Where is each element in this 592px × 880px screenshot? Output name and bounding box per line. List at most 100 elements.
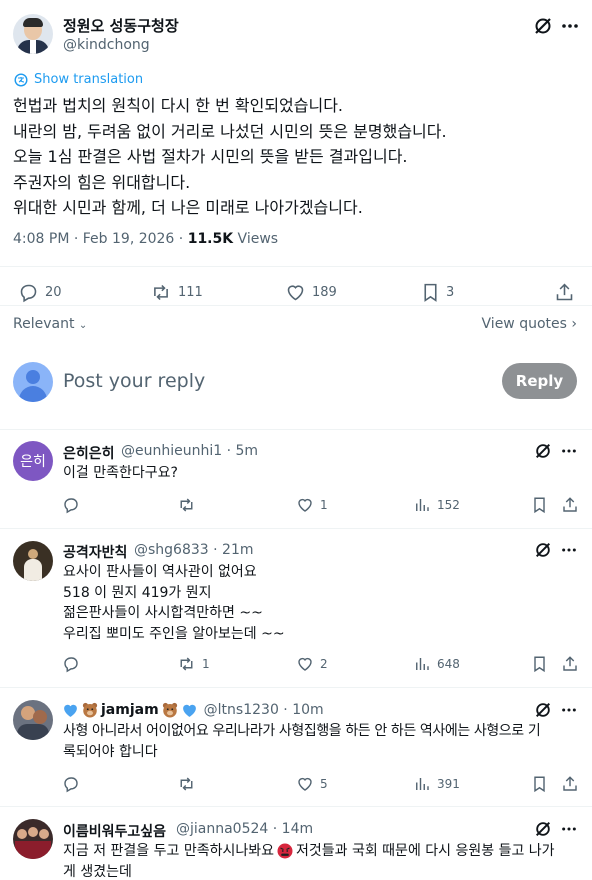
bear-icon — [161, 701, 179, 719]
reply-action[interactable] — [62, 775, 86, 793]
repost-icon — [177, 655, 196, 673]
repost-icon — [150, 282, 172, 303]
reply-icon — [62, 655, 80, 673]
bookmark-action[interactable]: 3 — [421, 282, 454, 303]
share-button[interactable] — [561, 496, 579, 514]
reply-avatar[interactable]: 은히 — [13, 441, 53, 481]
user-avatar[interactable] — [13, 362, 53, 402]
reply-text: 요사이 판사들이 역사관이 없어요 518 이 뭔지 419가 뭔지 젊은판사들… — [63, 562, 285, 644]
chevron-down-icon: ⌄ — [78, 320, 88, 331]
reply-author-handle: @ltns1230 · 10m — [203, 702, 324, 718]
views-label: Views — [233, 231, 279, 247]
like-action[interactable]: 1 — [296, 496, 328, 514]
post-line: 내란의 밤, 두려움 없이 거리로 나섰던 시민의 뜻은 분명했습니다. — [13, 121, 447, 141]
likes-count: 2 — [320, 657, 328, 671]
reply-author-name[interactable]: 은히은히 — [63, 443, 115, 463]
repost-action[interactable] — [177, 775, 202, 793]
blue-heart-icon — [62, 702, 79, 719]
reply-line: 지금 저 판결을 두고 만족하시나봐요 — [63, 843, 274, 859]
reply-author-handle[interactable]: @jianna0524 · 14m — [176, 821, 313, 837]
bookmark-button[interactable] — [531, 496, 548, 514]
reply-author-handle[interactable]: @shg6833 · 21m — [134, 542, 254, 558]
bookmark-icon — [531, 775, 548, 793]
post-timestamp[interactable]: 4:08 PM · Feb 19, 2026 · — [13, 231, 188, 247]
reply-text: 이걸 만족한다구요? — [63, 465, 178, 481]
like-action[interactable]: 5 — [296, 775, 328, 793]
reply-line: 게 생겼는데 — [63, 863, 132, 880]
grok-icon[interactable] — [534, 442, 552, 460]
divider — [0, 266, 592, 267]
repost-action[interactable]: 111 — [150, 282, 203, 303]
angry-face-icon — [276, 842, 294, 860]
reply-line: 518 이 뭔지 419가 뭔지 — [63, 584, 212, 601]
view-quotes-label: View quotes — [481, 316, 567, 332]
chevron-right-icon: › — [571, 316, 577, 332]
more-icon[interactable] — [561, 442, 577, 460]
reply-text: 사형 아니라서 어이없어요 우리나라가 사형집행을 하든 안 하든 역사에는 사… — [63, 721, 541, 762]
reply-action[interactable]: 20 — [18, 282, 62, 303]
more-icon[interactable] — [561, 16, 579, 36]
repost-action[interactable]: 1 — [177, 655, 210, 673]
reply-avatar[interactable] — [13, 700, 53, 740]
reply-line: 록되어야 합니다 — [63, 743, 158, 760]
post-text: 헌법과 법치의 원칙이 다시 한 번 확인되었습니다. 내란의 밤, 두려움 없… — [13, 93, 579, 221]
reply-author-name-group[interactable]: jamjam @ltns1230 · 10m — [62, 701, 324, 719]
views-count: 648 — [437, 657, 460, 671]
reply-button[interactable]: Reply — [502, 363, 577, 399]
views-count: 152 — [437, 498, 460, 512]
share-icon — [554, 282, 575, 303]
more-icon[interactable] — [561, 820, 577, 838]
reply-author-name: jamjam — [101, 702, 159, 718]
like-action[interactable]: 189 — [285, 282, 337, 303]
grok-icon[interactable] — [534, 701, 552, 719]
reply-author-handle[interactable]: @eunhieunhi1 · 5m — [121, 443, 258, 459]
heart-icon — [296, 775, 314, 793]
reply-line: 우리집 뽀미도 주인을 알아보는데 ~~ — [63, 625, 285, 642]
bookmark-button[interactable] — [531, 775, 548, 793]
reply-author-name[interactable]: 공격자반칙 — [63, 542, 127, 562]
analytics-icon — [413, 775, 431, 793]
reply-author-name[interactable]: 이름비워두고싶음 — [63, 821, 166, 841]
reply-avatar[interactable] — [13, 541, 53, 581]
grok-icon[interactable] — [534, 541, 552, 559]
divider — [0, 305, 592, 306]
share-button[interactable] — [561, 775, 579, 793]
reply-input[interactable]: Post your reply — [63, 370, 205, 392]
translate-icon — [14, 72, 28, 87]
reply-avatar[interactable] — [13, 819, 53, 859]
post-line: 주권자의 힘은 위대합니다. — [13, 172, 191, 192]
likes-count: 5 — [320, 777, 328, 791]
views-action[interactable]: 648 — [413, 655, 460, 673]
share-icon — [561, 775, 579, 793]
sort-dropdown[interactable]: Relevant ⌄ — [13, 316, 87, 332]
more-icon[interactable] — [561, 701, 577, 719]
reply-action[interactable] — [62, 496, 86, 514]
analytics-icon — [413, 655, 431, 673]
views-action[interactable]: 391 — [413, 775, 460, 793]
divider — [0, 429, 592, 430]
reply-icon — [18, 282, 39, 303]
post-line: 위대한 시민과 함께, 더 나은 미래로 나아가겠습니다. — [13, 198, 363, 217]
view-quotes-link[interactable]: View quotes › — [482, 316, 577, 332]
author-name[interactable]: 정원오 성동구청장 — [63, 15, 179, 36]
grok-icon[interactable] — [534, 820, 552, 838]
reply-icon — [62, 496, 80, 514]
heart-icon — [285, 282, 306, 303]
more-icon[interactable] — [561, 541, 577, 559]
like-count: 189 — [312, 285, 337, 300]
reply-icon — [62, 775, 80, 793]
share-icon — [561, 655, 579, 673]
author-handle[interactable]: @kindchong — [63, 37, 150, 53]
reposts-count: 1 — [202, 657, 210, 671]
reply-action[interactable] — [62, 655, 86, 673]
share-button[interactable] — [554, 282, 575, 303]
like-action[interactable]: 2 — [296, 655, 328, 673]
repost-icon — [177, 775, 196, 793]
grok-icon[interactable] — [533, 16, 553, 36]
repost-action[interactable] — [177, 496, 202, 514]
bookmark-button[interactable] — [531, 655, 548, 673]
author-avatar[interactable] — [13, 14, 53, 54]
show-translation-link[interactable]: Show translation — [14, 72, 143, 87]
views-action[interactable]: 152 — [413, 496, 460, 514]
share-button[interactable] — [561, 655, 579, 673]
